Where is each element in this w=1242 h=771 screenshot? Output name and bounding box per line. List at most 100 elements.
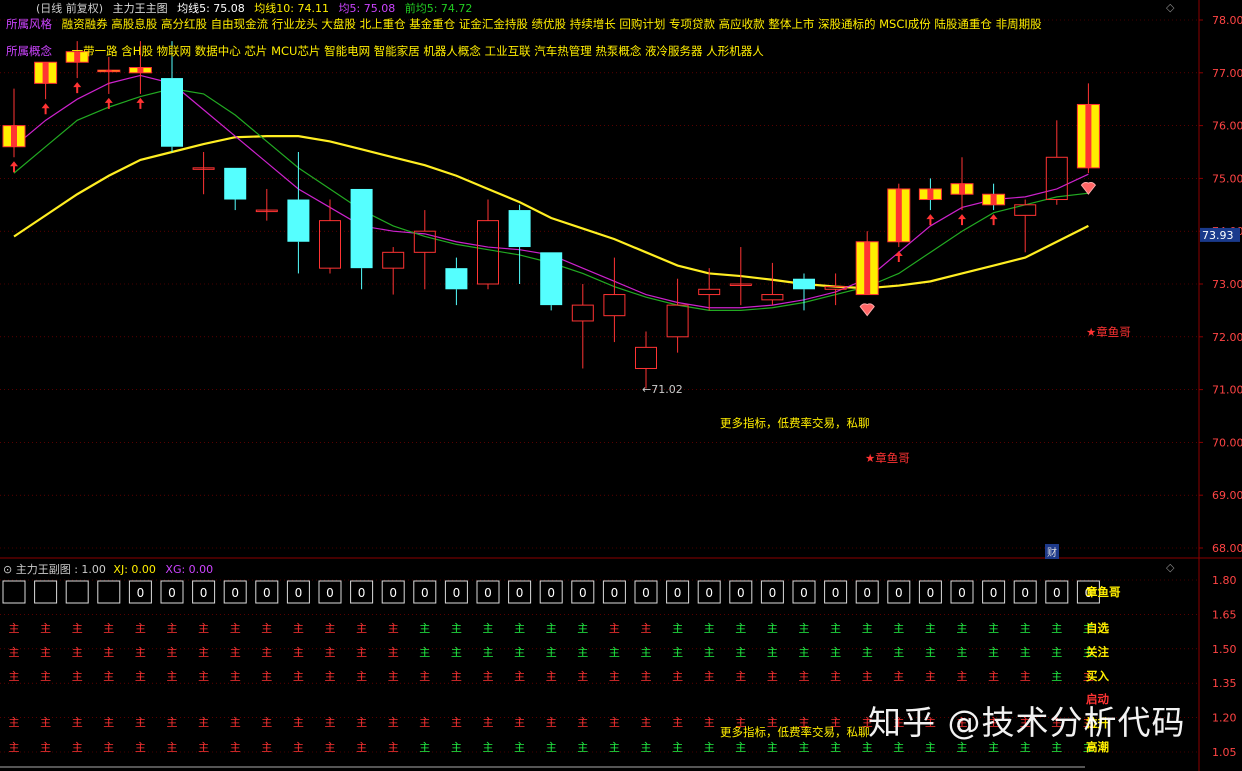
candle xyxy=(824,273,847,306)
candle xyxy=(603,257,626,343)
signal-box-value: 0 xyxy=(642,586,650,600)
zhu-signal: 主 xyxy=(830,741,841,754)
signal-box-value: 0 xyxy=(895,586,903,600)
zhu-signal: 主 xyxy=(672,646,683,659)
signal-box-value: 0 xyxy=(1053,586,1061,600)
signal-label: 自选 xyxy=(1086,621,1109,635)
zhu-signal: 主 xyxy=(261,716,272,729)
zhu-signal: 主 xyxy=(483,646,494,659)
zhu-signal: 主 xyxy=(577,741,588,754)
concept-tags-label: 所属概念 xyxy=(6,44,52,58)
zhu-signal: 主 xyxy=(514,670,525,683)
zhu-signal: 主 xyxy=(672,622,683,635)
zhu-signal: 主 xyxy=(957,670,968,683)
zhu-signal: 主 xyxy=(230,741,241,754)
candle xyxy=(982,183,1006,226)
zhu-signal: 主 xyxy=(1020,670,1031,683)
settings-diamond-icon[interactable]: ◇ xyxy=(1166,1,1174,14)
buy-arrow-icon xyxy=(894,251,903,263)
zhu-signal: 主 xyxy=(799,646,810,659)
zhu-signal: 主 xyxy=(988,622,999,635)
zhu-signal: 主 xyxy=(103,741,114,754)
zhu-signal: 主 xyxy=(1051,670,1062,683)
price-tick-label: 69.00 xyxy=(1212,489,1242,502)
candle-body xyxy=(603,294,626,317)
sub-diamond-icon[interactable]: ◇ xyxy=(1166,561,1174,574)
candle xyxy=(508,204,531,284)
signal-candle-core xyxy=(11,125,17,147)
zhu-signal: 主 xyxy=(893,622,904,635)
zhu-signal: 主 xyxy=(735,741,746,754)
sell-diamond-icon xyxy=(1080,181,1097,195)
zhu-signal: 主 xyxy=(577,716,588,729)
zhu-signal: 主 xyxy=(72,670,83,683)
candle xyxy=(382,247,405,295)
zhu-signal: 主 xyxy=(72,622,83,635)
zhu-signal: 主 xyxy=(293,741,304,754)
candle-body xyxy=(666,304,689,338)
brand-mark: ★章鱼哥 xyxy=(865,451,910,465)
price-tick-label: 70.00 xyxy=(1212,436,1242,449)
zhu-signal: 主 xyxy=(419,741,430,754)
candlestick-chart[interactable]: 78.0077.0076.0075.0074.0073.0072.0071.00… xyxy=(0,0,1242,771)
zhu-signal: 主 xyxy=(167,670,178,683)
zhu-signal: 主 xyxy=(704,741,715,754)
zhu-signal: 主 xyxy=(641,622,652,635)
signal-box-value: 0 xyxy=(547,586,555,600)
zhu-signal: 主 xyxy=(198,670,209,683)
candle xyxy=(319,199,341,274)
sub-panel-value: : 1.00 xyxy=(74,563,106,576)
price-tick-label: 78.00 xyxy=(1212,14,1242,27)
style-tags-label: 所属风格 xyxy=(6,17,52,31)
signal-box-value: 0 xyxy=(674,586,682,600)
zhu-signal: 主 xyxy=(641,741,652,754)
signal-box-value: 0 xyxy=(863,586,871,600)
zhu-signal: 主 xyxy=(483,741,494,754)
zhu-signal: 主 xyxy=(830,646,841,659)
signal-candle-core xyxy=(105,70,112,72)
zhu-signal: 主 xyxy=(198,741,209,754)
zhu-signal: 主 xyxy=(40,741,51,754)
price-tick-label: 75.00 xyxy=(1212,172,1242,185)
candle xyxy=(97,56,121,109)
candle xyxy=(2,88,26,173)
zhu-signal: 主 xyxy=(735,646,746,659)
zhu-signal: 主 xyxy=(356,670,367,683)
signal-box-value: 0 xyxy=(200,586,208,600)
zhu-signal: 主 xyxy=(862,670,873,683)
zhu-signal: 主 xyxy=(862,622,873,635)
signal-box-value: 0 xyxy=(453,586,461,600)
zhu-signal: 主 xyxy=(40,670,51,683)
zhu-signal: 主 xyxy=(704,622,715,635)
sub-collapse-icon[interactable]: ⊙ xyxy=(3,563,12,576)
zhu-signal: 主 xyxy=(451,716,462,729)
zhu-signal: 主 xyxy=(988,646,999,659)
zhu-signal: 主 xyxy=(40,646,51,659)
zhu-signal: 主 xyxy=(609,716,620,729)
signal-box xyxy=(65,580,89,604)
signal-box xyxy=(2,580,26,604)
price-tick-label: 73.00 xyxy=(1212,278,1242,291)
sub-panel-title[interactable]: 主力王副图 xyxy=(16,563,71,576)
zhu-signal: 主 xyxy=(672,716,683,729)
zhu-signal: 主 xyxy=(419,670,430,683)
signal-box-value: 0 xyxy=(769,586,777,600)
candle xyxy=(477,199,499,290)
zhu-signal: 主 xyxy=(135,716,146,729)
indicator-name[interactable]: 主力王主图 xyxy=(113,2,168,15)
price-tick-label: 71.00 xyxy=(1212,384,1242,397)
buy-arrow-icon xyxy=(926,214,935,226)
signal-candle-core xyxy=(895,188,902,242)
candle xyxy=(540,252,563,311)
zhu-signal: 主 xyxy=(167,741,178,754)
signal-candle-core xyxy=(959,183,965,195)
zhu-signal: 主 xyxy=(514,646,525,659)
candle-body xyxy=(793,278,815,290)
signal-candle-core xyxy=(42,62,49,84)
finance-badge[interactable]: 财 xyxy=(1045,544,1059,559)
zhu-signal: 主 xyxy=(546,622,557,635)
signal-box-value: 0 xyxy=(990,586,998,600)
zhu-signal: 主 xyxy=(261,646,272,659)
zhu-signal: 主 xyxy=(925,622,936,635)
zhu-signal: 主 xyxy=(325,741,336,754)
